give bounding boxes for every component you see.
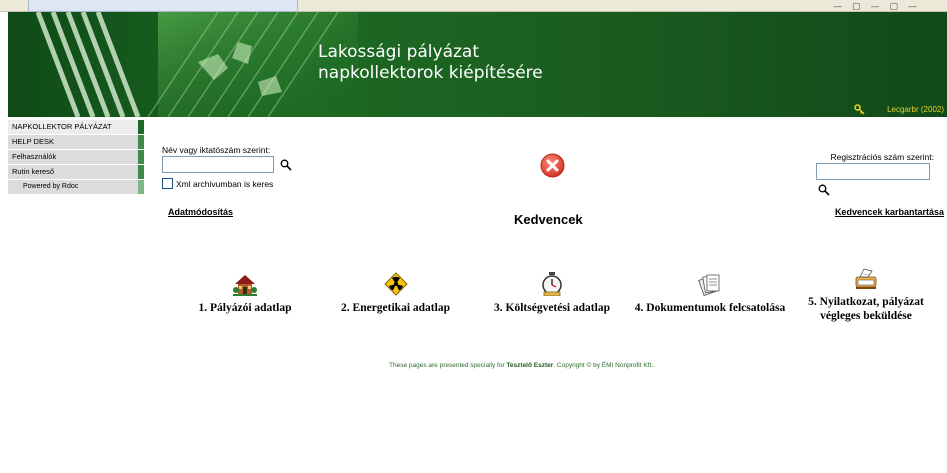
reg-search-panel: Regisztrációs szám szerint: xyxy=(816,152,947,199)
banner-title: Lakossági pályázat napkollektorok kiépít… xyxy=(318,42,543,84)
favorite-label: 1. Pályázói adatlap xyxy=(198,302,292,314)
stopwatch-icon xyxy=(542,272,562,296)
banner-title-line2: napkollektorok kiépítésére xyxy=(318,63,543,83)
favorite-nyilatkozat-bekuldes[interactable]: 5. Nyilatkozat, pályázat végleges beküld… xyxy=(800,266,932,323)
sidebar-item-felhasznalok[interactable]: Felhasználók xyxy=(8,150,144,164)
hazard-icon xyxy=(383,272,408,296)
sidebar-item-rutin-kereso[interactable]: Rutin kereső xyxy=(8,165,144,179)
name-search-panel: Név vagy iktatószám szerint: Xml archivu… xyxy=(162,145,293,189)
name-search-label: Név vagy iktatószám szerint: xyxy=(162,145,271,155)
header-banner: Lakossági pályázat napkollektorok kiépít… xyxy=(8,12,947,117)
sidebar-item-napkollektor[interactable]: NAPKOLLEKTOR PÁLYÁZAT xyxy=(8,120,144,134)
xml-archive-label: Xml archivumban is keres xyxy=(176,178,274,189)
mailbox-icon xyxy=(855,268,877,289)
house-icon xyxy=(233,275,257,296)
key-icon[interactable] xyxy=(854,104,865,115)
search-icon[interactable] xyxy=(280,159,293,171)
browser-top-strip: —▢—▢— xyxy=(0,0,947,12)
window-controls[interactable]: —▢—▢— xyxy=(833,2,927,12)
favorite-koltsegvetesi-adatlap[interactable]: 3. Költségvetési adatlap xyxy=(489,272,615,315)
favorite-label-line2: végleges beküldése xyxy=(820,310,912,322)
favorites-maintenance-link[interactable]: Kedvencek karbantartása xyxy=(835,207,944,217)
favorite-label: 2. Energetikai adatlap xyxy=(341,302,450,314)
banner-title-line1: Lakossági pályázat xyxy=(318,42,479,62)
sidebar-nav: NAPKOLLEKTOR PÁLYÁZAT HELP DESK Felhaszn… xyxy=(8,120,144,194)
xml-archive-option: Xml archivumban is keres xyxy=(162,178,292,189)
favorites-heading: Kedvencek xyxy=(514,212,583,227)
favorite-energetikai-adatlap[interactable]: 2. Energetikai adatlap xyxy=(338,272,453,315)
close-icon[interactable] xyxy=(540,153,565,178)
name-search-input[interactable] xyxy=(162,156,274,174)
footer-copyright: . Copyright © by ÉMI Nonprofit Kft.. xyxy=(553,362,655,369)
favorite-dokumentumok-felcsatolasa[interactable]: 4. Dokumentumok felcsatolása xyxy=(630,272,790,315)
adatmodositas-link[interactable]: Adatmódosítás xyxy=(168,207,233,217)
logged-user-text[interactable]: Lecgarbr (2002) xyxy=(887,105,944,114)
footer-text: These pages are presented specially for … xyxy=(389,362,655,369)
browser-tab[interactable] xyxy=(28,0,298,12)
search-icon[interactable] xyxy=(818,184,830,196)
favorite-label: 4. Dokumentumok felcsatolása xyxy=(634,302,786,314)
powered-by-label: Powered by Rdoc xyxy=(8,180,144,194)
footer-user: Tesztelő Eszter xyxy=(506,362,554,369)
sidebar-item-help-desk[interactable]: HELP DESK xyxy=(8,135,144,149)
footer-prefix: These pages are presented specially for xyxy=(389,362,507,369)
favorite-label-line1: 5. Nyilatkozat, pályázat xyxy=(808,296,924,308)
favorite-label: 3. Költségvetési adatlap xyxy=(494,302,610,314)
documents-icon xyxy=(698,274,720,296)
favorite-palyazoi-adatlap[interactable]: 1. Pályázói adatlap xyxy=(190,272,300,315)
xml-archive-checkbox[interactable] xyxy=(162,178,173,189)
reg-search-input[interactable] xyxy=(816,163,930,181)
reg-search-label: Regisztrációs szám szerint: xyxy=(830,152,934,162)
